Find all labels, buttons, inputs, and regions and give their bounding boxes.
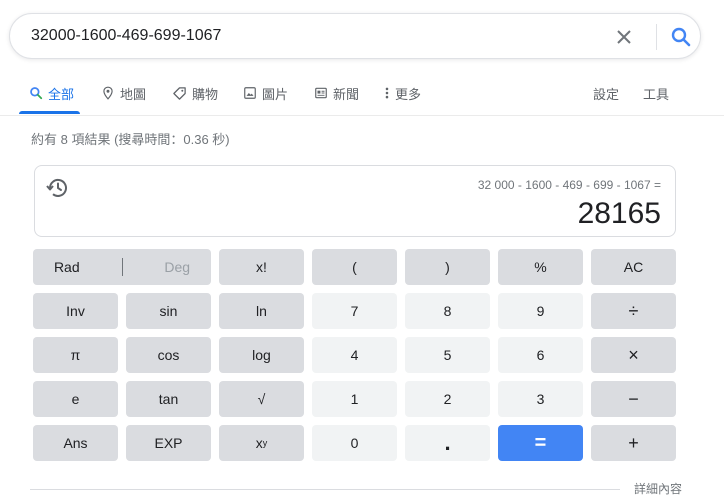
calculator-result: 28165 bbox=[577, 197, 661, 230]
ln-button[interactable]: ln bbox=[219, 293, 304, 329]
pi-button[interactable]: π bbox=[33, 337, 118, 373]
inverse-button[interactable]: Inv bbox=[33, 293, 118, 329]
power-button[interactable]: xy bbox=[219, 425, 304, 461]
divide-button[interactable]: ÷ bbox=[591, 293, 676, 329]
digit-9-button[interactable]: 9 bbox=[498, 293, 583, 329]
digit-8-button[interactable]: 8 bbox=[405, 293, 490, 329]
rad-deg-toggle[interactable]: Rad Deg bbox=[33, 249, 211, 285]
calculator-expression: 32 000 - 1600 - 469 - 699 - 1067 = bbox=[477, 178, 661, 192]
map-pin-icon bbox=[103, 86, 113, 100]
tag-icon bbox=[173, 86, 186, 100]
decimal-button[interactable]: . bbox=[405, 425, 490, 461]
tab-news[interactable]: 新聞 bbox=[314, 72, 359, 114]
digit-1-button[interactable]: 1 bbox=[312, 381, 397, 417]
tools-link[interactable]: 工具 bbox=[643, 72, 669, 114]
digit-2-button[interactable]: 2 bbox=[405, 381, 490, 417]
tan-button[interactable]: tan bbox=[126, 381, 211, 417]
tab-more[interactable]: 更多 bbox=[384, 72, 421, 114]
more-vert-icon bbox=[385, 87, 389, 99]
sin-button[interactable]: sin bbox=[126, 293, 211, 329]
exp-button[interactable]: EXP bbox=[126, 425, 211, 461]
digit-3-button[interactable]: 3 bbox=[498, 381, 583, 417]
power-base: x bbox=[255, 435, 263, 451]
digit-4-button[interactable]: 4 bbox=[312, 337, 397, 373]
rad-deg-separator bbox=[121, 258, 123, 276]
search-box[interactable]: 32000-1600-469-699-1067 bbox=[9, 13, 701, 59]
more-info-link[interactable]: 詳細內容 bbox=[634, 480, 682, 497]
factorial-button[interactable]: x! bbox=[219, 249, 304, 285]
image-icon bbox=[244, 87, 256, 99]
active-tab-indicator bbox=[19, 111, 80, 114]
search-input[interactable]: 32000-1600-469-699-1067 bbox=[31, 27, 221, 45]
history-icon[interactable] bbox=[45, 176, 69, 200]
digit-6-button[interactable]: 6 bbox=[498, 337, 583, 373]
calculator-display: 32 000 - 1600 - 469 - 699 - 1067 = 28165 bbox=[34, 165, 676, 237]
tab-label: 圖片 bbox=[262, 86, 289, 102]
clear-icon[interactable] bbox=[612, 25, 636, 49]
e-button[interactable]: e bbox=[33, 381, 118, 417]
tab-label: 地圖 bbox=[120, 86, 147, 102]
tabs-divider bbox=[0, 115, 724, 116]
tab-maps[interactable]: 地圖 bbox=[101, 72, 146, 114]
tab-label: 購物 bbox=[192, 86, 219, 102]
log-button[interactable]: log bbox=[219, 337, 304, 373]
subtract-button[interactable]: − bbox=[591, 381, 676, 417]
right-paren-button[interactable]: ) bbox=[405, 249, 490, 285]
search-tabs: 全部 地圖 購物 圖片 新聞 更多 設定 工具 bbox=[0, 72, 724, 116]
feedback-divider bbox=[30, 489, 620, 490]
cos-button[interactable]: cos bbox=[126, 337, 211, 373]
percent-button[interactable]: % bbox=[498, 249, 583, 285]
settings-label: 設定 bbox=[593, 86, 620, 102]
tab-all[interactable]: 全部 bbox=[29, 72, 74, 114]
add-button[interactable]: + bbox=[591, 425, 676, 461]
search-icon[interactable] bbox=[669, 25, 693, 49]
power-exponent: y bbox=[262, 438, 268, 448]
settings-link[interactable]: 設定 bbox=[593, 72, 619, 114]
search-icon bbox=[30, 87, 43, 100]
search-divider bbox=[656, 24, 657, 50]
rad-label: Rad bbox=[53, 259, 80, 275]
digit-5-button[interactable]: 5 bbox=[405, 337, 490, 373]
result-stats: 約有 8 項結果 (搜尋時間：0.36 秒) bbox=[31, 132, 230, 147]
left-paren-button[interactable]: ( bbox=[312, 249, 397, 285]
tab-label: 全部 bbox=[48, 86, 75, 102]
equals-button[interactable]: = bbox=[498, 425, 583, 461]
digit-7-button[interactable]: 7 bbox=[312, 293, 397, 329]
tab-images[interactable]: 圖片 bbox=[243, 72, 288, 114]
deg-label: Deg bbox=[164, 259, 191, 275]
tab-label: 新聞 bbox=[333, 86, 360, 102]
sqrt-button[interactable]: √ bbox=[219, 381, 304, 417]
tab-label: 更多 bbox=[395, 86, 422, 102]
tab-shopping[interactable]: 購物 bbox=[172, 72, 218, 114]
multiply-button[interactable]: × bbox=[591, 337, 676, 373]
all-clear-button[interactable]: AC bbox=[591, 249, 676, 285]
tools-label: 工具 bbox=[643, 86, 670, 102]
digit-0-button[interactable]: 0 bbox=[312, 425, 397, 461]
news-icon bbox=[315, 87, 327, 99]
ans-button[interactable]: Ans bbox=[33, 425, 118, 461]
